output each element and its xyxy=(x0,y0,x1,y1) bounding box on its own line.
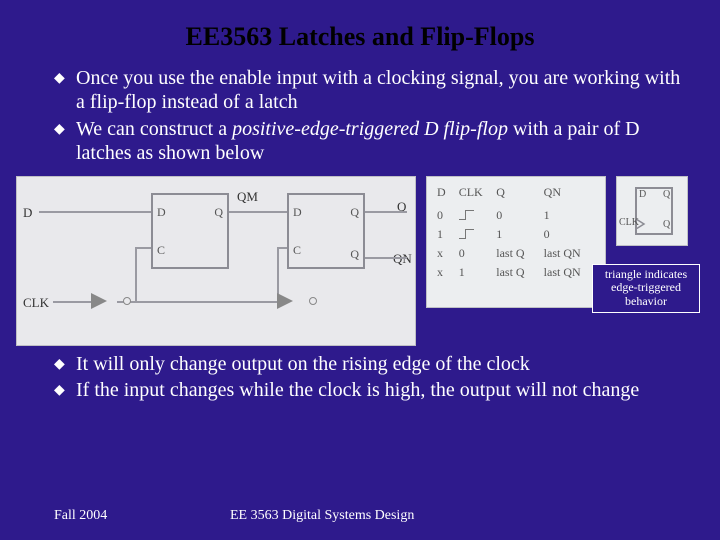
d-latch-slave: D C Q Q xyxy=(287,193,365,269)
td: 0 xyxy=(544,227,595,242)
bullet-item: ◆ If the input changes while the clock i… xyxy=(54,378,686,402)
bullet-text: It will only change output on the rising… xyxy=(76,352,530,376)
td xyxy=(459,208,497,223)
table-row: 0 0 1 xyxy=(437,208,595,223)
bullet-icon: ◆ xyxy=(54,117,76,138)
bullet-text: We can construct a positive-edge-trigger… xyxy=(76,117,688,166)
td: 1 xyxy=(496,227,543,242)
bullet-icon: ◆ xyxy=(54,378,76,399)
sym-label: Q xyxy=(663,189,670,200)
footer: Fall 2004 EE 3563 Digital Systems Design xyxy=(0,508,720,524)
pin-label: Q xyxy=(350,205,359,220)
circuit-diagram: D CLK QM Q QN D C Q D C Q Q xyxy=(16,176,416,346)
th: D xyxy=(437,185,459,200)
th: Q xyxy=(496,185,543,200)
td: x xyxy=(437,246,459,261)
label-qn: QN xyxy=(393,251,412,267)
sym-label: Q xyxy=(663,219,670,230)
td: x xyxy=(437,265,459,280)
pin-label: D xyxy=(157,205,166,220)
pin-label: Q xyxy=(350,247,359,262)
td: last QN xyxy=(544,265,595,280)
footer-mid: EE 3563 Digital Systems Design xyxy=(230,508,414,524)
inverter-icon xyxy=(91,293,107,309)
bullet-item: ◆ We can construct a positive-edge-trigg… xyxy=(54,117,688,166)
bullet-text: If the input changes while the clock is … xyxy=(76,378,639,402)
pin-label: C xyxy=(293,243,301,258)
label-qm: QM xyxy=(237,189,258,205)
bullet-text: Once you use the enable input with a clo… xyxy=(76,66,688,115)
th: QN xyxy=(544,185,595,200)
bullet-item: ◆ Once you use the enable input with a c… xyxy=(54,66,688,115)
td xyxy=(459,227,497,242)
table-header: D CLK Q QN xyxy=(437,185,595,200)
td: last Q xyxy=(496,246,543,261)
table-row: x 0 last Q last QN xyxy=(437,246,595,261)
td: last Q xyxy=(496,265,543,280)
truth-table: D CLK Q QN 0 0 1 1 1 0 x 0 last Q last Q… xyxy=(426,176,606,308)
label-clk: CLK xyxy=(23,295,49,311)
bullet-icon: ◆ xyxy=(54,352,76,373)
slide-title: EE3563 Latches and Flip-Flops xyxy=(0,0,720,66)
td: 1 xyxy=(544,208,595,223)
td: last QN xyxy=(544,246,595,261)
th: CLK xyxy=(459,185,497,200)
table-row: x 1 last Q last QN xyxy=(437,265,595,280)
td: 1 xyxy=(437,227,459,242)
rising-edge-icon xyxy=(459,210,477,220)
table-row: 1 1 0 xyxy=(437,227,595,242)
td: 0 xyxy=(496,208,543,223)
flipflop-symbol: D CLK Q Q xyxy=(616,176,688,246)
inverter-icon xyxy=(277,293,293,309)
td: 0 xyxy=(437,208,459,223)
footer-left: Fall 2004 xyxy=(0,508,230,524)
td: 1 xyxy=(459,265,497,280)
diagram-area: D CLK QM Q QN D C Q D C Q Q D xyxy=(16,176,704,346)
bullet-icon: ◆ xyxy=(54,66,76,87)
td: 0 xyxy=(459,246,497,261)
pin-label: D xyxy=(293,205,302,220)
bullets-top: ◆ Once you use the enable input with a c… xyxy=(0,66,720,166)
bullet-item: ◆ It will only change output on the risi… xyxy=(54,352,686,376)
label-d: D xyxy=(23,205,32,221)
bullets-bottom: ◆ It will only change output on the risi… xyxy=(0,346,720,403)
pin-label: C xyxy=(157,243,165,258)
pin-label: Q xyxy=(214,205,223,220)
d-latch-master: D C Q xyxy=(151,193,229,269)
sym-label: CLK xyxy=(619,217,639,228)
rising-edge-icon xyxy=(459,229,477,239)
sym-label: D xyxy=(639,189,646,200)
callout-box: triangle indicates edge-triggered behavi… xyxy=(592,264,700,313)
